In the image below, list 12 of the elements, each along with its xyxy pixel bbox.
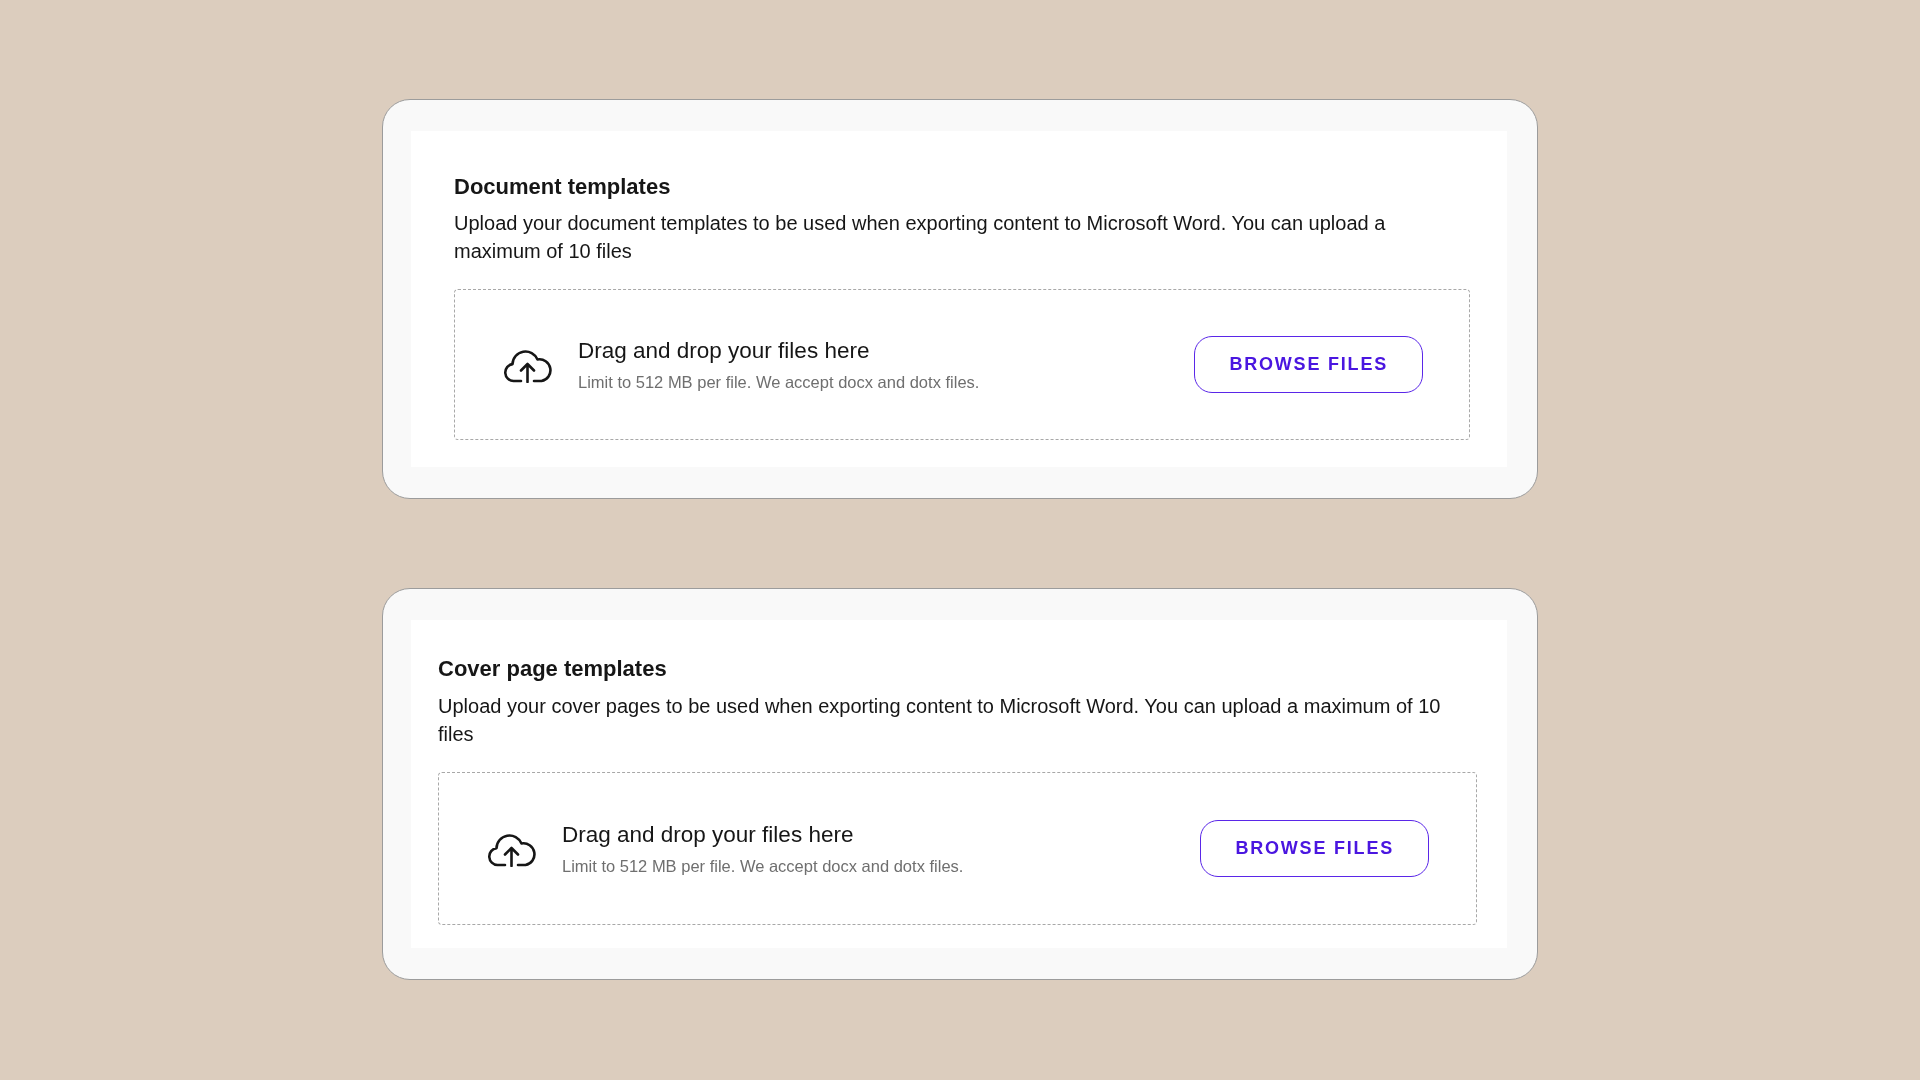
file-drop-zone[interactable]: Drag and drop your files here Limit to 512 MB per file. We accept docx and dotx files. BROWSE FILES xyxy=(454,289,1470,440)
section-description: Upload your document templates to be used when exporting content to Microsoft Word. You can upload a maximum of 10 files xyxy=(454,211,1387,264)
section-description: Upload your cover pages to be used when exporting content to Microsoft Word. You can upload a maximum of 10 files xyxy=(438,694,1442,747)
drop-zone-title: Drag and drop your files here xyxy=(578,337,871,365)
drop-zone-hint: Limit to 512 MB per file. We accept docx and dotx files. xyxy=(562,856,965,877)
file-drop-zone[interactable]: Drag and drop your files here Limit to 512 MB per file. We accept docx and dotx files. BROWSE FILES xyxy=(438,772,1477,925)
browse-files-button[interactable]: BROWSE FILES xyxy=(1200,820,1429,877)
section-title: Document templates xyxy=(454,173,672,201)
browse-files-button[interactable]: BROWSE FILES xyxy=(1194,336,1423,393)
section-title: Cover page templates xyxy=(438,655,668,683)
drop-zone-title: Drag and drop your files here xyxy=(562,821,855,849)
drop-zone-hint: Limit to 512 MB per file. We accept docx and dotx files. xyxy=(578,372,981,393)
